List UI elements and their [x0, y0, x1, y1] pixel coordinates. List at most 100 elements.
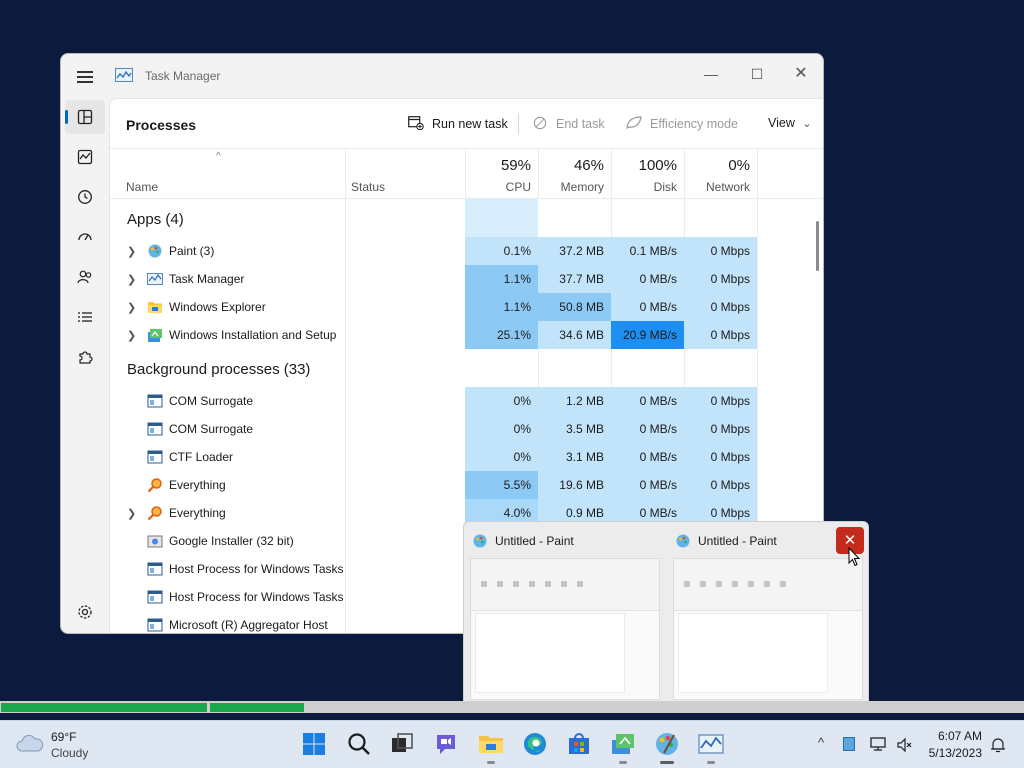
column-header-name[interactable]: Name — [126, 180, 158, 194]
chevron-right-icon[interactable]: ❯ — [127, 273, 136, 286]
progress-segment — [1, 703, 207, 712]
title-bar[interactable]: Task Manager — ☐ ✕ — [61, 54, 823, 98]
window-process-icon — [147, 422, 163, 436]
disk-cell: 0 MB/s — [611, 443, 684, 471]
nav-performance[interactable] — [65, 140, 105, 174]
column-header-row: ^ Name Status 59% CPU 46% Memory 100% Di… — [110, 149, 823, 199]
task-view-button[interactable] — [387, 729, 417, 759]
network-cell: 0 Mbps — [684, 471, 757, 499]
column-header-memory[interactable]: 46% Memory — [538, 149, 611, 199]
paint-taskbar-button[interactable] — [652, 729, 682, 764]
file-explorer-button[interactable] — [476, 729, 506, 764]
volume-muted-icon[interactable] — [896, 737, 912, 753]
window-process-icon — [147, 590, 163, 604]
end-task-button[interactable]: End task — [532, 116, 605, 131]
network-label: Network — [705, 180, 750, 194]
table-row[interactable]: ❯ Task Manager 1.1% 37.7 MB 0 MB/s 0 Mbp… — [110, 265, 810, 293]
toolbar-divider — [518, 113, 519, 135]
gear-icon — [78, 605, 92, 619]
memory-cell: 3.1 MB — [538, 443, 611, 471]
column-header-status[interactable]: Status — [351, 180, 385, 194]
clock-time[interactable]: 6:07 AM — [930, 729, 982, 743]
chevron-right-icon[interactable]: ❯ — [127, 245, 136, 258]
progress-strip — [0, 701, 1024, 713]
memory-cell: 34.6 MB — [538, 321, 611, 349]
table-row[interactable]: ❯ Paint (3) 0.1% 37.2 MB 0.1 MB/s 0 Mbps — [110, 237, 810, 265]
column-header-network[interactable]: 0% Network — [684, 149, 757, 199]
preview-title: Untitled - Paint — [698, 534, 777, 548]
network-cell: 0 Mbps — [684, 265, 757, 293]
network-cell: 0 Mbps — [684, 293, 757, 321]
nav-settings[interactable] — [65, 595, 105, 629]
chevron-right-icon[interactable]: ❯ — [127, 329, 136, 342]
tray-app-icon[interactable] — [843, 737, 855, 751]
close-button[interactable]: ✕ — [785, 60, 817, 88]
chat-icon — [437, 735, 455, 754]
view-label: View — [768, 116, 795, 130]
table-row[interactable]: CTF Loader 0% 3.1 MB 0 MB/s 0 Mbps — [110, 443, 810, 471]
puzzle-icon — [79, 351, 93, 364]
network-total: 0% — [728, 157, 750, 174]
nav-processes[interactable] — [65, 100, 105, 134]
column-header-disk[interactable]: 100% Disk — [611, 149, 684, 199]
edge-button[interactable] — [520, 729, 550, 759]
nav-users[interactable] — [65, 260, 105, 294]
preview-thumbnail[interactable]: Untitled - Paint — [464, 522, 662, 708]
run-new-task-button[interactable]: Run new task — [408, 116, 508, 131]
process-name: Google Installer (32 bit) — [169, 534, 294, 548]
notification-bell-icon[interactable] — [989, 736, 1007, 754]
paint-app-icon — [473, 534, 487, 548]
chevron-right-icon[interactable]: ❯ — [127, 507, 136, 520]
table-row[interactable]: ❯ Windows Explorer 1.1% 50.8 MB 0 MB/s 0… — [110, 293, 810, 321]
edge-icon — [524, 733, 546, 755]
efficiency-mode-button[interactable]: Efficiency mode — [626, 116, 738, 131]
maximize-button[interactable]: ☐ — [741, 60, 773, 88]
view-menu-button[interactable]: View ⌄ — [768, 116, 812, 130]
sort-ascending-icon[interactable]: ^ — [216, 151, 221, 162]
task-manager-taskbar-button[interactable] — [696, 729, 726, 764]
table-row[interactable]: COM Surrogate 0% 1.2 MB 0 MB/s 0 Mbps — [110, 387, 810, 415]
table-row[interactable]: ❯ Windows Installation and Setup 25.1% 3… — [110, 321, 810, 349]
scrollbar-thumb[interactable] — [816, 221, 819, 271]
setup-icon — [148, 329, 162, 342]
heat-cell — [465, 199, 538, 239]
minimize-button[interactable]: — — [695, 60, 727, 88]
cpu-total: 59% — [500, 157, 531, 174]
chat-button[interactable] — [431, 729, 461, 759]
ribbon-image — [471, 559, 659, 611]
column-header-cpu[interactable]: 59% CPU — [465, 149, 538, 199]
nav-startup-apps[interactable] — [65, 220, 105, 254]
hamburger-menu-icon[interactable] — [75, 66, 95, 86]
disk-cell: 0.1 MB/s — [611, 237, 684, 265]
run-task-icon — [408, 116, 424, 130]
chevron-right-icon[interactable]: ❯ — [127, 301, 136, 314]
start-button[interactable] — [299, 729, 329, 759]
nav-details[interactable] — [65, 300, 105, 334]
show-hidden-icons-chevron[interactable]: ^ — [818, 735, 824, 750]
network-cell: 0 Mbps — [684, 321, 757, 349]
weather-temperature[interactable]: 69°F — [51, 730, 76, 744]
ribbon-image — [674, 559, 862, 611]
weather-condition[interactable]: Cloudy — [51, 746, 88, 760]
running-indicator — [619, 761, 627, 764]
memory-total: 46% — [573, 157, 604, 174]
setup-app-button[interactable] — [608, 729, 638, 764]
memory-cell: 50.8 MB — [538, 293, 611, 321]
cloud-icon[interactable] — [16, 733, 44, 753]
network-cell: 0 Mbps — [684, 237, 757, 265]
paint-app-icon — [656, 733, 678, 755]
task-manager-app-icon — [698, 734, 724, 754]
preview-title: Untitled - Paint — [495, 534, 574, 548]
memory-cell: 37.7 MB — [538, 265, 611, 293]
process-name: Windows Installation and Setup — [169, 328, 337, 342]
network-icon[interactable] — [870, 736, 888, 752]
table-row[interactable]: COM Surrogate 0% 3.5 MB 0 MB/s 0 Mbps — [110, 415, 810, 443]
nav-services[interactable] — [65, 340, 105, 374]
store-button[interactable] — [564, 729, 594, 759]
nav-app-history[interactable] — [65, 180, 105, 214]
processes-icon — [77, 109, 93, 125]
clock-date[interactable]: 5/13/2023 — [922, 746, 982, 760]
table-row[interactable]: Everything 5.5% 19.6 MB 0 MB/s 0 Mbps — [110, 471, 810, 499]
search-button[interactable] — [344, 729, 374, 759]
store-icon — [569, 733, 589, 754]
